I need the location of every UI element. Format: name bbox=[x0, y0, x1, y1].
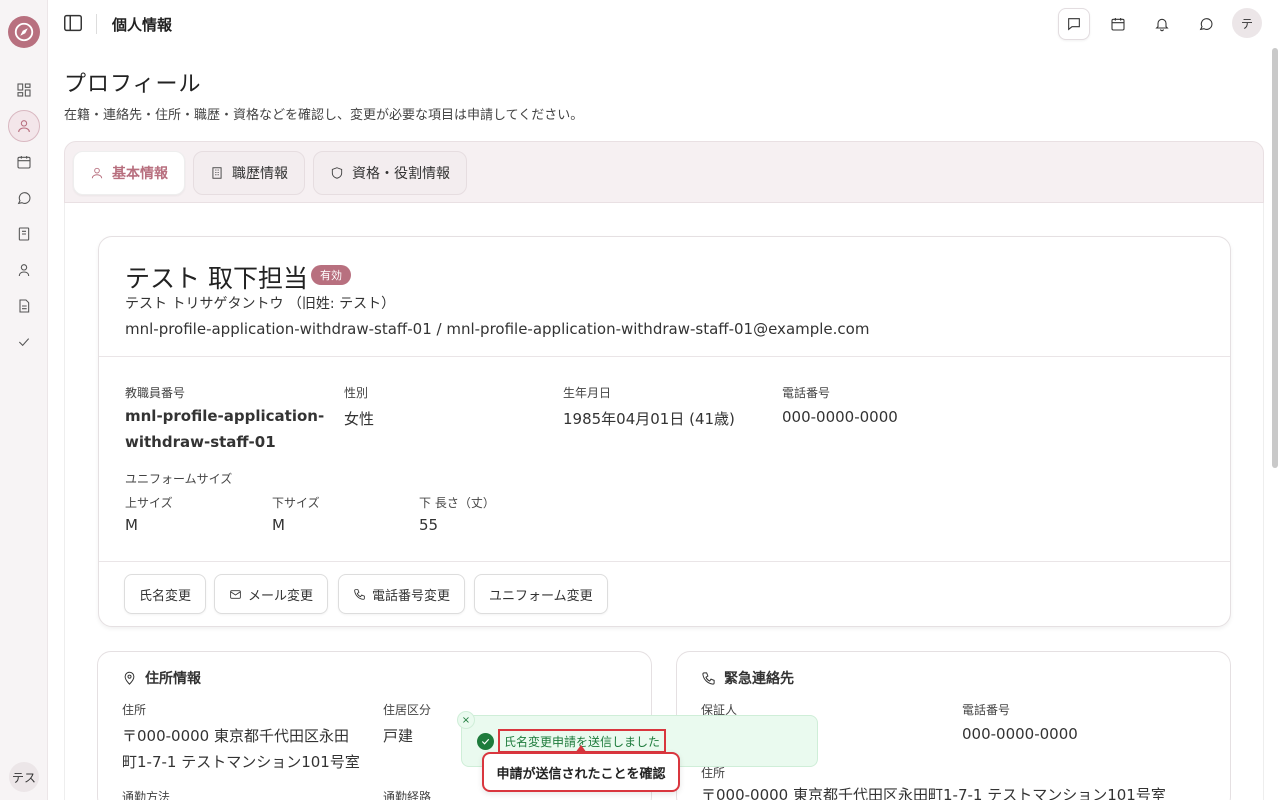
uniform-bottom-value: M bbox=[272, 516, 285, 534]
page-title: プロフィール bbox=[64, 72, 202, 97]
birth-value: 1985年04月01日 (41歳) bbox=[563, 410, 735, 428]
sidebar-item-person[interactable] bbox=[12, 258, 36, 282]
app-logo[interactable] bbox=[8, 16, 40, 48]
mail-icon bbox=[230, 589, 241, 599]
profile-name: テスト 取下担当 bbox=[125, 264, 308, 293]
sidebar-toggle-icon bbox=[64, 14, 82, 32]
divider bbox=[99, 561, 1230, 562]
address-card-title: 住所情報 bbox=[122, 668, 201, 688]
button-label: ユニフォーム変更 bbox=[489, 588, 593, 604]
document-icon bbox=[19, 299, 30, 313]
emergency-card-title: 緊急連絡先 bbox=[701, 668, 794, 688]
divider bbox=[99, 356, 1230, 357]
emergency-phone-value: 000-0000-0000 bbox=[962, 725, 1078, 743]
uniform-change-button[interactable]: ユニフォーム変更 bbox=[474, 574, 608, 614]
check-icon bbox=[18, 338, 30, 347]
chat-icon bbox=[1199, 18, 1213, 31]
tab-qualification-info[interactable]: 資格・役割情報 bbox=[313, 151, 467, 195]
button-label: 電話番号変更 bbox=[372, 588, 451, 604]
calendar-icon bbox=[17, 156, 31, 169]
notifications-button[interactable] bbox=[1146, 8, 1178, 40]
commute-label: 通勤方法 bbox=[122, 790, 171, 800]
emergency-address-value: 〒000-0000 東京都千代田区永田町1-7-1 テストマンション101号室 bbox=[701, 786, 1166, 800]
uniform-section-label: ユニフォームサイズ bbox=[125, 472, 233, 486]
button-label: 氏名変更 bbox=[139, 588, 192, 604]
profile-card: テスト 取下担当 有効 テスト トリサゲタントウ （旧姓: テスト） mnl-p… bbox=[98, 236, 1231, 627]
uniform-length-label: 下 長さ（丈） bbox=[419, 496, 495, 510]
sidebar-item-profile[interactable] bbox=[8, 110, 40, 142]
address-value: 〒000-0000 東京都千代田区永田町1-7-1 テストマンション101号室 bbox=[122, 727, 360, 771]
staff-no-label: 教職員番号 bbox=[125, 386, 186, 400]
profile-kana: テスト トリサゲタントウ （旧姓: テスト） bbox=[125, 296, 396, 312]
phone-label: 電話番号 bbox=[782, 386, 831, 400]
calendar-button[interactable] bbox=[1102, 8, 1134, 40]
uniform-top-label: 上サイズ bbox=[125, 496, 173, 510]
sidebar-item-calendar[interactable] bbox=[12, 150, 36, 174]
emergency-card-title-text: 緊急連絡先 bbox=[724, 671, 794, 687]
top-header: 個人情報 テ bbox=[48, 0, 1280, 48]
button-label: メール変更 bbox=[248, 588, 314, 604]
annotation-callout: 申請が送信されたことを確認 bbox=[482, 752, 680, 792]
profile-tabs: 基本情報 職歴情報 資格・役割情報 bbox=[64, 141, 1264, 203]
tab-label: 基本情報 bbox=[112, 166, 168, 182]
phone-value: 000-0000-0000 bbox=[782, 408, 898, 426]
status-badge: 有効 bbox=[311, 265, 351, 285]
sidebar: テス bbox=[0, 0, 48, 800]
tab-label: 職歴情報 bbox=[232, 166, 288, 182]
building-icon bbox=[212, 167, 222, 179]
toast-close-button[interactable]: × bbox=[457, 711, 475, 729]
header-divider bbox=[96, 14, 97, 34]
residence-value: 戸建 bbox=[383, 727, 414, 745]
sidebar-item-document[interactable] bbox=[12, 294, 36, 318]
check-circle-icon bbox=[477, 733, 494, 750]
message-square-icon bbox=[1068, 18, 1080, 31]
bell-icon bbox=[1155, 18, 1169, 32]
sidebar-item-dashboard[interactable] bbox=[12, 78, 36, 102]
tab-career-info[interactable]: 職歴情報 bbox=[193, 151, 305, 195]
birth-label: 生年月日 bbox=[563, 386, 612, 400]
person-icon bbox=[18, 264, 30, 277]
name-change-button[interactable]: 氏名変更 bbox=[124, 574, 207, 614]
feedback-button[interactable] bbox=[1058, 8, 1090, 40]
profile-ids: mnl-profile-application-withdraw-staff-0… bbox=[125, 320, 870, 338]
residence-label: 住居区分 bbox=[383, 703, 432, 717]
tab-basic-info[interactable]: 基本情報 bbox=[73, 151, 185, 195]
page-scrollbar[interactable] bbox=[1272, 48, 1278, 468]
gender-value: 女性 bbox=[344, 410, 375, 428]
uniform-bottom-label: 下サイズ bbox=[272, 496, 320, 510]
emergency-phone-label: 電話番号 bbox=[962, 703, 1011, 717]
uniform-top-value: M bbox=[125, 516, 138, 534]
phone-icon bbox=[354, 588, 365, 600]
compass-icon bbox=[14, 22, 34, 42]
tab-label: 資格・役割情報 bbox=[352, 166, 450, 182]
user-icon bbox=[18, 120, 30, 133]
uniform-length-value: 55 bbox=[419, 516, 439, 534]
sidebar-item-book[interactable] bbox=[12, 222, 36, 246]
calendar-icon bbox=[1111, 18, 1125, 31]
route-label: 通勤経路 bbox=[383, 790, 432, 800]
user-avatar[interactable]: テ bbox=[1232, 8, 1262, 38]
page-subtitle: 在籍・連絡先・住所・職歴・資格などを確認し、変更が必要な項目は申請してください。 bbox=[64, 108, 584, 123]
shield-icon bbox=[331, 167, 343, 179]
sidebar-item-check[interactable] bbox=[12, 330, 36, 354]
chat-button[interactable] bbox=[1190, 8, 1222, 40]
address-label: 住所 bbox=[122, 703, 147, 717]
book-icon bbox=[18, 227, 30, 241]
sidebar-item-chat[interactable] bbox=[12, 186, 36, 210]
phone-icon bbox=[702, 671, 715, 685]
sidebar-toggle-button[interactable] bbox=[62, 12, 86, 36]
phone-change-button[interactable]: 電話番号変更 bbox=[338, 574, 466, 614]
sidebar-avatar[interactable]: テス bbox=[9, 762, 39, 792]
dashboard-icon bbox=[17, 83, 31, 97]
map-pin-icon bbox=[124, 671, 135, 685]
address-card-title-text: 住所情報 bbox=[145, 671, 201, 687]
page-breadcrumb-title: 個人情報 bbox=[112, 16, 173, 34]
email-change-button[interactable]: メール変更 bbox=[214, 574, 329, 614]
user-icon bbox=[91, 167, 103, 179]
staff-no-value: mnl-profile-application-withdraw-staff-0… bbox=[125, 407, 325, 451]
chat-icon bbox=[17, 192, 31, 205]
gender-label: 性別 bbox=[344, 386, 369, 400]
